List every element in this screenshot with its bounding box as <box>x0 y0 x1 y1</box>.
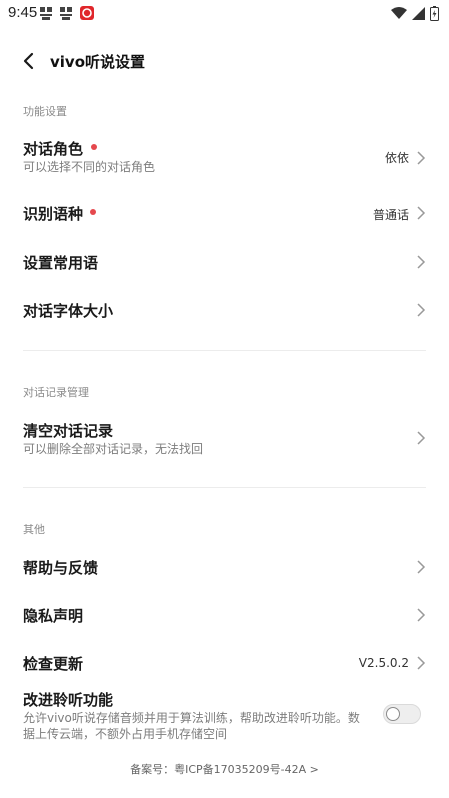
app-version: V2.5.0.2 <box>358 656 409 670</box>
chevron-right-icon <box>417 151 426 165</box>
setting-common-phrases[interactable]: 设置常用语 <box>0 245 449 279</box>
setting-label: 检查更新 <box>23 655 84 673</box>
setting-recognition-language[interactable]: 识别语种 普通话 <box>0 196 449 230</box>
new-badge-dot <box>91 144 97 150</box>
setting-label: 对话角色 <box>23 140 84 158</box>
setting-help-feedback[interactable]: 帮助与反馈 <box>0 550 449 584</box>
chevron-right-icon <box>417 608 426 622</box>
setting-label: 改进聆听功能 <box>23 691 114 709</box>
section-divider <box>23 350 426 351</box>
improve-listening-toggle[interactable] <box>383 704 421 724</box>
setting-label: 帮助与反馈 <box>23 559 99 577</box>
setting-description: 可以选择不同的对话角色 <box>23 160 156 174</box>
red-app-icon <box>80 6 94 20</box>
status-right <box>391 5 439 21</box>
setting-check-update[interactable]: 检查更新 V2.5.0.2 <box>0 646 449 680</box>
page-title: vivo听说设置 <box>50 53 146 71</box>
section-label-function: 功能设置 <box>23 105 67 118</box>
setting-dialog-role[interactable]: 对话角色 可以选择不同的对话角色 依依 <box>0 132 449 182</box>
setting-description: 可以删除全部对话记录，无法找回 <box>23 442 204 456</box>
setting-label: 设置常用语 <box>23 254 99 272</box>
chevron-right-icon <box>417 303 426 317</box>
status-time: 9:45 <box>8 4 38 21</box>
section-label-other: 其他 <box>23 523 45 536</box>
chevron-right-icon <box>417 656 426 670</box>
chevron-right-icon <box>417 206 426 220</box>
new-badge-dot <box>90 209 96 215</box>
section-label-dialog-record: 对话记录管理 <box>23 386 89 399</box>
setting-label: 清空对话记录 <box>23 422 114 440</box>
setting-label: 识别语种 <box>23 205 84 223</box>
battery-charging-icon <box>430 5 439 21</box>
setting-description-line2: 据上传云端，不额外占用手机存储空间 <box>23 727 228 741</box>
setting-clear-dialog-records[interactable]: 清空对话记录 可以删除全部对话记录，无法找回 <box>0 414 449 464</box>
app-notification-icon <box>60 7 72 20</box>
app-header: vivo听说设置 <box>0 40 449 82</box>
setting-label: 对话字体大小 <box>23 302 114 320</box>
section-divider <box>23 487 426 488</box>
chevron-right-icon <box>417 255 426 269</box>
setting-privacy-statement[interactable]: 隐私声明 <box>0 598 449 632</box>
chevron-right-icon <box>417 431 426 445</box>
status-bar: 9:45 <box>0 0 449 26</box>
wifi-icon <box>391 7 407 19</box>
setting-value: 依依 <box>384 151 409 165</box>
back-arrow-icon[interactable] <box>18 50 40 72</box>
toggle-knob <box>386 707 400 721</box>
setting-improve-listening: 改进聆听功能 允许vivo听说存储音频并用于算法训练，帮助改进聆听功能。数 据上… <box>0 684 449 742</box>
chevron-right-icon <box>417 560 426 574</box>
signal-icon <box>412 6 425 20</box>
setting-label: 隐私声明 <box>23 607 84 625</box>
icp-record-link[interactable]: 备案号：粤ICP备17035209号-42A > <box>0 761 449 777</box>
setting-value: 普通话 <box>372 208 409 222</box>
setting-dialog-font-size[interactable]: 对话字体大小 <box>0 293 449 327</box>
setting-description-line1: 允许vivo听说存储音频并用于算法训练，帮助改进聆听功能。数 <box>23 711 360 725</box>
app-notification-icon <box>40 7 52 20</box>
